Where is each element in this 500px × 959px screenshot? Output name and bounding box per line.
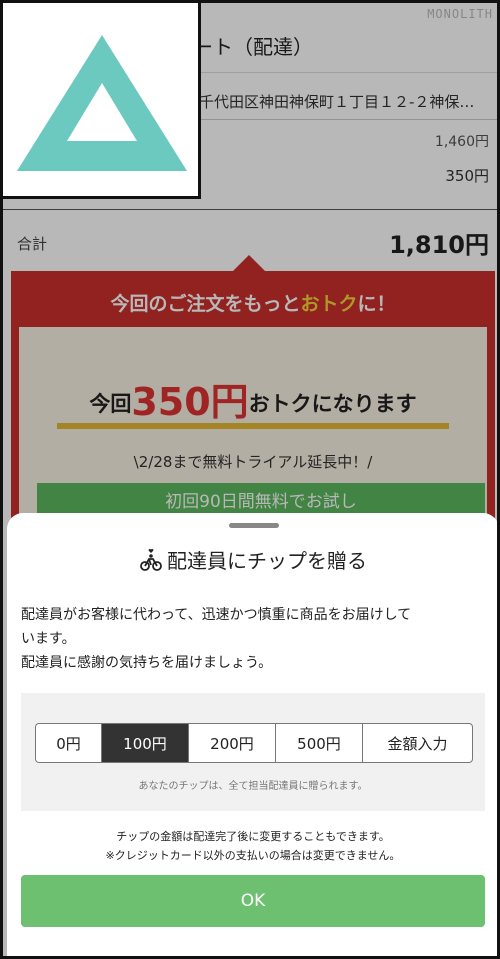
app-screen: ート（配達） MONOLITH 千代田区神田神保町１丁目１２-２神保… 1,46… bbox=[0, 0, 500, 959]
tip-option-100[interactable]: 100円 bbox=[102, 724, 189, 762]
tip-option-custom[interactable]: 金額入力 bbox=[363, 724, 472, 762]
tip-option-200[interactable]: 200円 bbox=[189, 724, 276, 762]
tip-description: 配達員がお客様に代わって、迅速かつ慎重に商品をお届けして います。 配達員に感謝… bbox=[21, 603, 487, 675]
courier-bicycle-icon bbox=[140, 548, 162, 571]
triangle-logo-icon bbox=[17, 35, 187, 171]
tip-amount-segmented-control: 0円 100円 200円 500円 金額入力 bbox=[35, 723, 473, 763]
change-note-line: ※クレジットカード以外の支払いの場合は変更できません。 bbox=[105, 849, 401, 862]
sheet-title-text: 配達員にチップを贈る bbox=[167, 549, 367, 573]
tip-selector-area: 0円 100円 200円 500円 金額入力 あなたのチップは、全て担当配達員に… bbox=[21, 693, 485, 811]
tip-bottom-sheet: 配達員にチップを贈る 配達員がお客様に代わって、迅速かつ慎重に商品をお届けして … bbox=[7, 513, 497, 956]
change-note-line: チップの金額は配達完了後に変更することもできます。 bbox=[116, 830, 390, 843]
drag-handle[interactable] bbox=[229, 523, 279, 528]
ok-button[interactable]: OK bbox=[21, 875, 485, 927]
tip-note: あなたのチップは、全て担当配達員に贈られます。 bbox=[138, 781, 368, 792]
tip-option-0[interactable]: 0円 bbox=[36, 724, 102, 762]
description-line: います。 bbox=[21, 631, 76, 647]
change-note: チップの金額は配達完了後に変更することもできます。 ※クレジットカード以外の支払… bbox=[7, 827, 497, 865]
tip-option-500[interactable]: 500円 bbox=[276, 724, 363, 762]
description-line: 配達員がお客様に代わって、迅速かつ慎重に商品をお届けして bbox=[21, 607, 412, 623]
sheet-title: 配達員にチップを贈る bbox=[7, 545, 497, 574]
logo bbox=[3, 3, 201, 199]
description-line: 配達員に感謝の気持ちを届けましょう。 bbox=[21, 655, 273, 671]
